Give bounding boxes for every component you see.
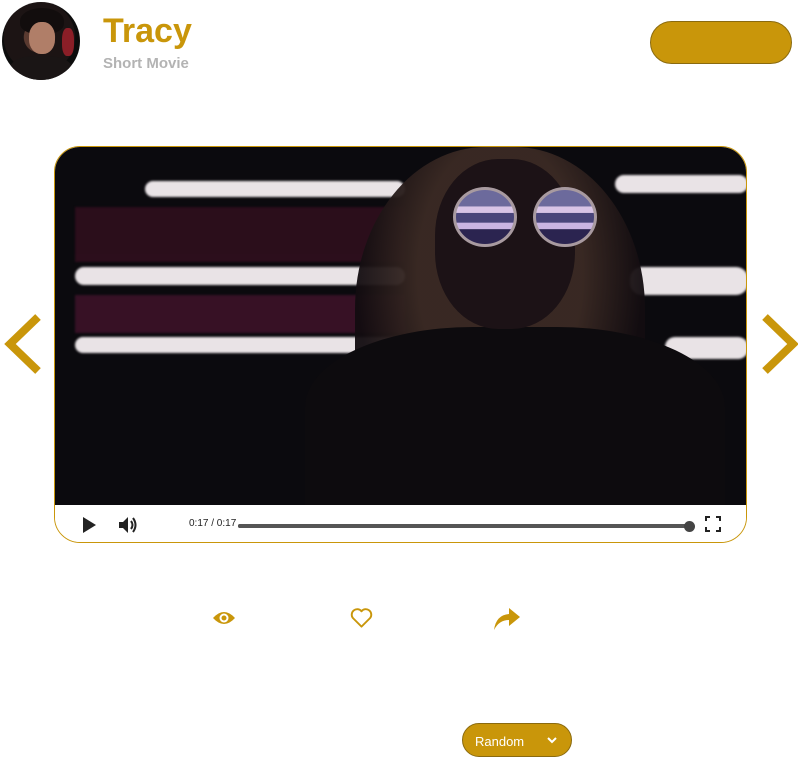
volume-icon[interactable] xyxy=(117,515,139,535)
avatar[interactable] xyxy=(2,2,80,80)
chevron-left-icon[interactable] xyxy=(2,313,46,375)
play-icon[interactable] xyxy=(83,517,96,533)
video-figure-body xyxy=(305,327,725,505)
page-subtitle: Short Movie xyxy=(103,55,189,72)
chevron-right-icon[interactable] xyxy=(757,313,798,375)
progress-handle[interactable] xyxy=(683,520,695,532)
video-frame[interactable] xyxy=(55,147,746,505)
video-figure-glasses xyxy=(453,187,517,247)
header-action-button[interactable] xyxy=(650,21,792,64)
video-light-band xyxy=(75,267,405,285)
progress-bar[interactable] xyxy=(238,520,695,532)
video-figure-glasses xyxy=(533,187,597,247)
video-light-band xyxy=(630,267,746,295)
video-dark-band xyxy=(75,207,405,262)
sort-dropdown-value: Random xyxy=(475,734,525,749)
video-light-band xyxy=(615,175,746,193)
avatar-shirt xyxy=(10,56,72,80)
video-player[interactable]: 0:17 / 0:17 xyxy=(54,146,747,543)
eye-icon[interactable] xyxy=(212,609,236,627)
heart-icon[interactable] xyxy=(350,607,373,629)
avatar-flower xyxy=(62,28,74,56)
video-light-band xyxy=(145,181,405,197)
chevron-down-icon xyxy=(547,737,557,744)
avatar-face xyxy=(29,22,55,54)
progress-fill xyxy=(238,524,689,528)
page-title: Tracy xyxy=(103,12,192,50)
share-icon[interactable] xyxy=(493,606,521,631)
sort-dropdown[interactable]: Random xyxy=(462,723,572,757)
fullscreen-icon[interactable] xyxy=(705,516,721,532)
player-controls: 0:17 / 0:17 xyxy=(55,505,746,542)
time-display: 0:17 / 0:17 xyxy=(189,518,237,529)
